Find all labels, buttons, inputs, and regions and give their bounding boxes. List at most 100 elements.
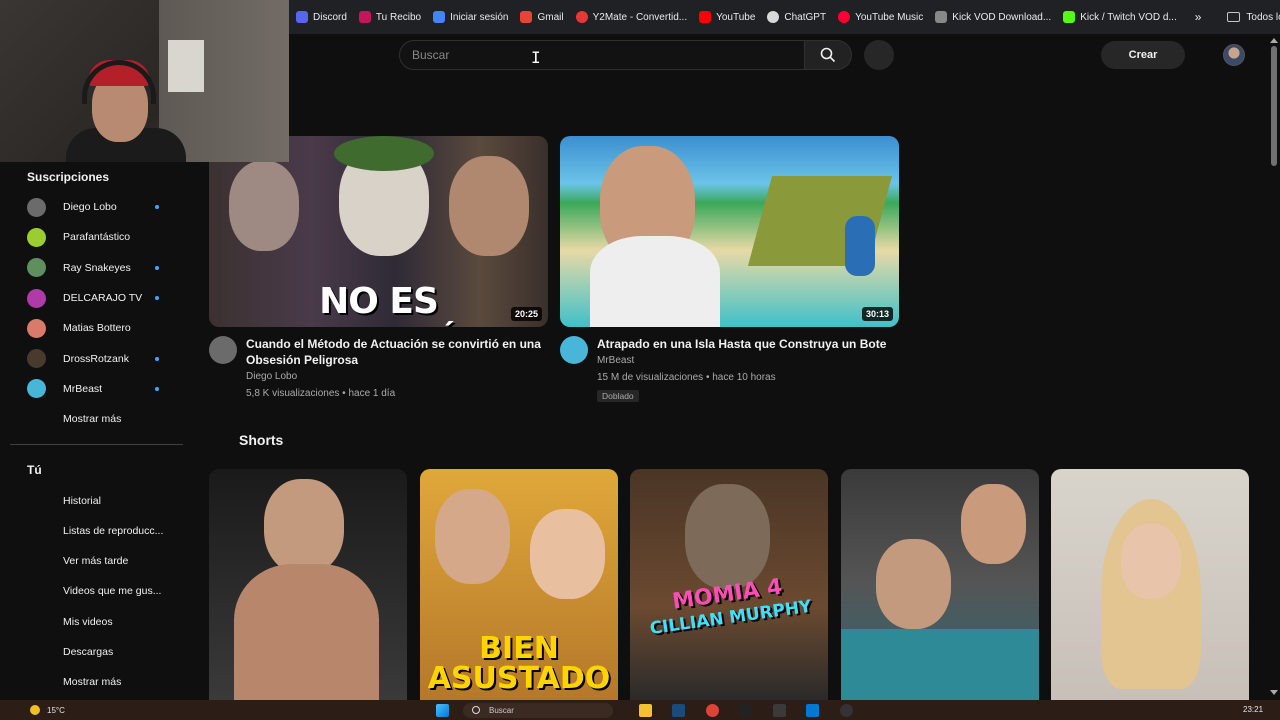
bookmark-kick-vod[interactable]: Kick VOD Download... (929, 5, 1057, 29)
short-card[interactable]: MOMIA 4 CILLIAN MURPHY (630, 469, 828, 700)
channel-name[interactable]: Diego Lobo (246, 368, 541, 385)
thumbnail-face (449, 156, 529, 256)
clock[interactable]: 23:21 (1243, 705, 1263, 714)
scrollbar-thumb[interactable] (1271, 46, 1277, 166)
you-section-title[interactable]: Tú (10, 455, 185, 485)
bookmark-kick-twitch[interactable]: Kick / Twitch VOD d... (1057, 5, 1183, 29)
new-content-dot (155, 296, 159, 301)
thumbnail-shirt (841, 629, 1039, 700)
new-content-dot (155, 265, 159, 270)
avatar[interactable] (209, 336, 237, 364)
new-content-dot (155, 205, 159, 210)
subscriptions-title[interactable]: Suscripciones (10, 162, 185, 192)
scroll-up-arrow[interactable] (1270, 38, 1278, 43)
thumbnail-face (961, 484, 1026, 564)
thumbnail-face (876, 539, 951, 629)
thumbnail-text: NO ES ACTUACIÓN (265, 281, 492, 327)
account-avatar[interactable] (1223, 44, 1245, 66)
chrome-icon[interactable] (706, 704, 719, 717)
bookmarks-more-button[interactable]: » (1187, 5, 1210, 29)
thumbnail-face (229, 161, 299, 251)
sidebar-item-delcarajo-tv[interactable]: DELCARAJO TV (10, 283, 185, 313)
create-button[interactable]: Crear (1101, 41, 1185, 69)
windows-taskbar: 15°C Buscar 23:21 (0, 700, 1280, 720)
sidebar-item-history[interactable]: Historial (10, 485, 185, 515)
video-details: Cuando el Método de Actuación se convirt… (246, 336, 541, 402)
sidebar-divider (10, 444, 183, 446)
bookmark-youtube[interactable]: YouTube (693, 5, 761, 29)
sidebar-show-more-subscriptions[interactable]: Mostrar más (10, 404, 185, 434)
bookmark-y2mate[interactable]: Y2Mate - Convertid... (570, 5, 693, 29)
sidebar-item-drossrotzank[interactable]: DrossRotzank (10, 343, 185, 373)
sidebar-item-show-more[interactable]: Mostrar más (10, 667, 185, 697)
page-scrollbar[interactable] (1268, 34, 1280, 700)
video-meta: Cuando el Método de Actuación se convirt… (209, 336, 548, 402)
bookmark-iniciar-sesion[interactable]: Iniciar sesión (427, 5, 514, 29)
app-icon[interactable] (773, 704, 786, 717)
thumbnail-face (435, 489, 510, 584)
voice-search-button[interactable] (864, 40, 894, 70)
video-thumbnail[interactable]: NO ES ACTUACIÓN 20:25 (209, 136, 548, 327)
sidebar-item-diego-lobo[interactable]: Diego Lobo (10, 192, 185, 222)
sidebar-item-watch-later[interactable]: Ver más tarde (10, 546, 185, 576)
bookmark-gmail[interactable]: Gmail (514, 5, 569, 29)
video-title[interactable]: Cuando el Método de Actuación se convirt… (246, 336, 541, 368)
new-content-dot (155, 386, 159, 391)
sidebar-item-matias-bottero[interactable]: Matias Bottero (10, 313, 185, 343)
thumbnail-face (685, 484, 770, 589)
bookmark-discord[interactable]: Discord (290, 5, 353, 29)
windows-start-icon[interactable] (436, 704, 449, 717)
video-title[interactable]: Atrapado en una Isla Hasta que Construya… (597, 336, 886, 352)
obs-icon[interactable] (840, 704, 853, 717)
text-cursor-icon: I (531, 48, 541, 67)
short-card[interactable] (209, 469, 407, 700)
thumbnail-face (1121, 524, 1181, 599)
sidebar-item-my-videos[interactable]: Mis videos (10, 607, 185, 637)
webcam-overlay (0, 0, 289, 162)
sidebar-item-parafantastico[interactable]: Parafantástico (10, 222, 185, 252)
outlook-icon[interactable] (806, 704, 819, 717)
video-card[interactable]: 30:13 (560, 136, 899, 327)
video-thumbnail[interactable]: 30:13 (560, 136, 899, 327)
search-icon (820, 47, 836, 63)
chatgpt-icon (767, 11, 780, 23)
bookmark-youtube-music[interactable]: YouTube Music (832, 5, 929, 29)
epic-games-icon[interactable] (739, 704, 752, 717)
scroll-down-arrow[interactable] (1270, 690, 1278, 695)
avatar[interactable] (560, 336, 588, 364)
y2mate-icon (575, 11, 588, 23)
thumbnail-face (264, 479, 344, 574)
sidebar-item-downloads[interactable]: Descargas (10, 637, 185, 667)
bookmark-tu-recibo[interactable]: Tu Recibo (353, 5, 427, 29)
duration-badge: 30:13 (861, 307, 893, 321)
video-meta: Atrapado en una Isla Hasta que Construya… (560, 336, 899, 404)
weather-icon (30, 705, 40, 715)
short-card[interactable] (841, 469, 1039, 700)
short-card[interactable] (1051, 469, 1249, 700)
short-overlay-text: BIEN ASUSTADO (427, 631, 611, 696)
sidebar-item-mrbeast[interactable]: MrBeast (10, 374, 185, 404)
channel-name[interactable]: MrBeast (597, 352, 886, 369)
video-card[interactable]: NO ES ACTUACIÓN 20:25 (209, 136, 548, 327)
bookmark-chatgpt[interactable]: ChatGPT (761, 5, 832, 29)
sidebar-item-ray-snakeyes[interactable]: Ray Snakeyes (10, 253, 185, 283)
avatar (27, 197, 46, 217)
search-input[interactable] (400, 41, 804, 69)
screen: Discord Tu Recibo Iniciar sesión Gmail Y… (0, 0, 1280, 720)
kick-icon (1063, 11, 1076, 23)
steam-icon[interactable] (672, 704, 685, 717)
file-explorer-icon[interactable] (639, 704, 652, 717)
new-content-dot (155, 356, 159, 361)
shorts-section-title: Shorts (239, 432, 284, 448)
discord-icon (296, 11, 308, 23)
folder-icon (1227, 12, 1241, 22)
search-button[interactable] (804, 40, 852, 70)
weather-temperature[interactable]: 15°C (47, 706, 65, 715)
all-bookmarks-folder[interactable]: Todos los marcadores (1221, 5, 1280, 29)
sidebar-item-liked-videos[interactable]: Videos que me gus... (10, 576, 185, 606)
sidebar-item-playlists[interactable]: Listas de reproducc... (10, 516, 185, 546)
thumbnail-shirt (590, 236, 720, 327)
video-details: Atrapado en una Isla Hasta que Construya… (597, 336, 886, 404)
short-card[interactable]: BIEN ASUSTADO (420, 469, 618, 700)
taskbar-search[interactable]: Buscar (463, 703, 613, 718)
